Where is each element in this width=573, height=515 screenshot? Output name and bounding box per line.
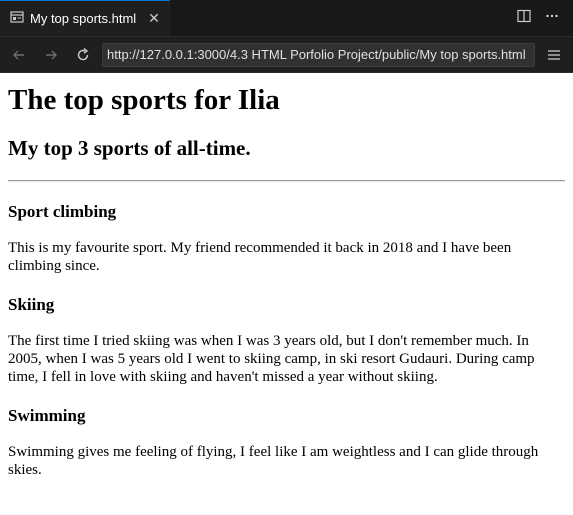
sport-heading: Sport climbing [8,202,117,221]
sport-section-climbing: Sport climbing This is my favourite spor… [8,201,565,275]
menu-icon[interactable] [541,42,567,68]
sport-description: The first time I tried skiing was when I… [8,333,535,385]
forward-arrow-icon[interactable] [38,42,64,68]
sport-section-skiing: Skiing The first time I tried skiing was… [8,294,565,386]
url-input[interactable]: http://127.0.0.1:3000/4.3 HTML Porfolio … [102,42,535,67]
tab-title: My top sports.html [30,11,137,26]
sport-heading: Skiing [8,295,55,314]
page-content: The top sports for Ilia My top 3 sports … [0,83,573,479]
page-title: The top sports for Ilia [8,84,280,116]
more-actions-icon[interactable] [545,9,559,28]
preview-icon [10,10,24,27]
split-editor-icon[interactable] [517,9,531,28]
sport-section-swimming: Swimming Swimming gives me feeling of fl… [8,405,565,479]
sport-heading: Swimming [8,406,86,425]
navigation-bar: http://127.0.0.1:3000/4.3 HTML Porfolio … [0,37,573,73]
page-subtitle: My top 3 sports of all-time. [8,136,251,160]
divider [8,180,565,182]
tab-actions [517,0,559,36]
tab-my-top-sports[interactable]: My top sports.html ✕ [0,0,170,36]
back-arrow-icon[interactable] [6,42,32,68]
tab-bar: My top sports.html ✕ [0,0,573,37]
close-icon[interactable]: ✕ [146,10,162,27]
sport-description: Swimming gives me feeling of flying, I f… [8,444,539,478]
browser-chrome: My top sports.html ✕ http://127.0.0.1:30… [0,0,573,73]
reload-icon[interactable] [70,42,96,68]
sport-description: This is my favourite sport. My friend re… [8,240,512,274]
